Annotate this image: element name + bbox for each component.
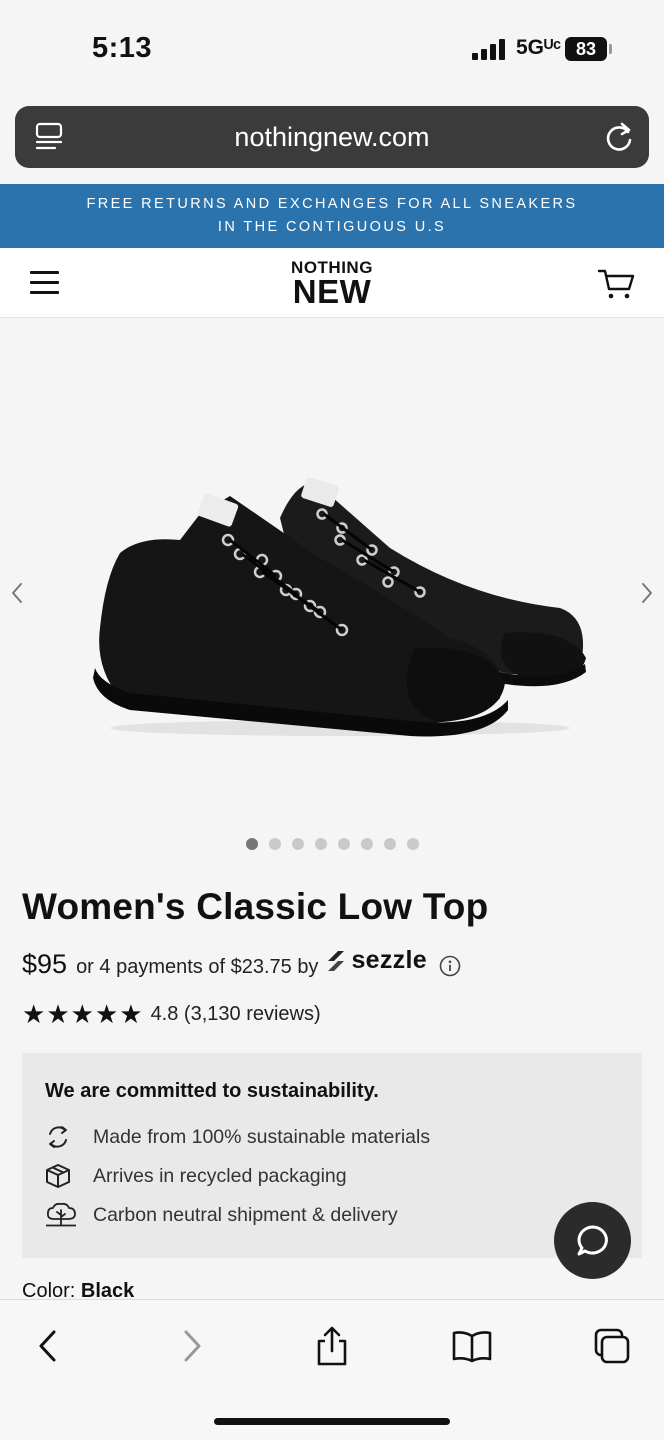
reload-icon[interactable] <box>603 120 635 154</box>
product-title: Women's Classic Low Top <box>22 886 489 927</box>
sustainability-item-label: Arrives in recycled packaging <box>93 1164 347 1187</box>
info-icon[interactable] <box>439 955 461 977</box>
box-icon <box>46 1164 70 1188</box>
cart-icon[interactable] <box>597 268 637 300</box>
status-bar: 5:13 5Gᵁᶜ 83 <box>0 0 664 100</box>
battery-icon: 83 <box>565 37 607 61</box>
gallery-dot[interactable] <box>269 838 281 850</box>
promo-banner[interactable]: FREE RETURNS AND EXCHANGES FOR ALL SNEAK… <box>0 184 664 248</box>
promo-line-2: IN THE CONTIGUOUS U.S <box>217 219 447 235</box>
sezzle-text: sezzle <box>351 946 427 974</box>
recycle-icon <box>49 1126 67 1148</box>
sustainability-item: Arrives in recycled packaging <box>44 1162 347 1190</box>
share-icon <box>317 1326 347 1366</box>
sezzle-icon <box>328 950 345 971</box>
status-time: 5:13 <box>92 32 153 64</box>
site-logo[interactable]: NOTHING NEW <box>280 259 384 308</box>
gallery-prev-arrow-icon[interactable] <box>9 580 25 606</box>
back-button[interactable] <box>26 1324 70 1368</box>
logo-bottom-text: NEW <box>292 273 372 310</box>
color-selection-label: Color: Black <box>22 1280 134 1300</box>
forward-button[interactable] <box>170 1324 214 1368</box>
signal-icon <box>472 38 508 60</box>
sustainability-item-label: Made from 100% sustainable materials <box>93 1125 431 1148</box>
hamburger-menu-icon[interactable] <box>30 271 60 295</box>
forward-arrow-icon <box>184 1330 201 1362</box>
tabs-icon <box>594 1328 630 1364</box>
gallery-dot[interactable] <box>246 838 258 850</box>
sustainability-item-label: Carbon neutral shipment & delivery <box>93 1203 398 1226</box>
sustainability-item: Made from 100% sustainable materials <box>44 1123 430 1151</box>
color-label: Color: <box>22 1280 76 1300</box>
address-bar[interactable]: nothingnew.com <box>15 106 649 168</box>
sustainability-item: Carbon neutral shipment & delivery <box>44 1201 398 1229</box>
gallery-dot[interactable] <box>361 838 373 850</box>
star-icon: ★ <box>22 999 46 1029</box>
share-button[interactable] <box>310 1324 354 1368</box>
star-icon: ★ <box>94 999 119 1029</box>
star-icon: ★ <box>46 999 70 1029</box>
sustainability-box: We are committed to sustainability. Made… <box>22 1053 642 1258</box>
rating-row[interactable]: ★ ★ ★ ★ ★ 4.8 (3,130 reviews) <box>22 1000 321 1028</box>
back-arrow-icon <box>39 1330 56 1362</box>
star-icon: ★ <box>119 999 143 1029</box>
site-header: NOTHING NEW <box>0 248 664 318</box>
color-value: Black <box>80 1280 135 1300</box>
star-icon: ★ <box>70 999 94 1029</box>
battery-level: 83 <box>575 38 597 59</box>
gallery-dot[interactable] <box>292 838 304 850</box>
tree-icon <box>46 1202 76 1227</box>
sezzle-logo[interactable]: sezzle <box>324 946 427 975</box>
promo-line-1: FREE RETURNS AND EXCHANGES FOR ALL SNEAK… <box>86 196 578 212</box>
url-text[interactable]: nothingnew.com <box>15 106 649 168</box>
gallery-dot[interactable] <box>384 838 396 850</box>
gallery-next-arrow-icon[interactable] <box>639 580 655 606</box>
chat-bubble-icon <box>577 1225 608 1255</box>
product-gallery[interactable] <box>0 318 664 866</box>
network-type: 5Gᵁᶜ <box>516 36 562 59</box>
price-row: $95 or 4 payments of $23.75 by sezzle <box>22 946 461 984</box>
star-rating: ★ ★ ★ ★ ★ <box>22 1001 143 1027</box>
gallery-dot[interactable] <box>338 838 350 850</box>
bookmarks-button[interactable] <box>450 1324 494 1368</box>
product-image-black-sneakers[interactable] <box>90 478 590 738</box>
battery-tip <box>609 44 612 54</box>
chat-button[interactable] <box>554 1202 631 1279</box>
book-icon <box>452 1331 492 1363</box>
gallery-dot[interactable] <box>407 838 419 850</box>
product-price: $95 <box>22 948 68 979</box>
sustainability-title: We are committed to sustainability. <box>45 1080 379 1102</box>
gallery-dot[interactable] <box>315 838 327 850</box>
browser-toolbar <box>0 1299 664 1440</box>
gallery-pagination <box>0 838 664 852</box>
rating-text[interactable]: 4.8 (3,130 reviews) <box>151 1003 321 1026</box>
home-indicator <box>214 1418 450 1425</box>
installments-text: or 4 payments of $23.75 by <box>76 955 319 978</box>
tabs-button[interactable] <box>590 1324 634 1368</box>
